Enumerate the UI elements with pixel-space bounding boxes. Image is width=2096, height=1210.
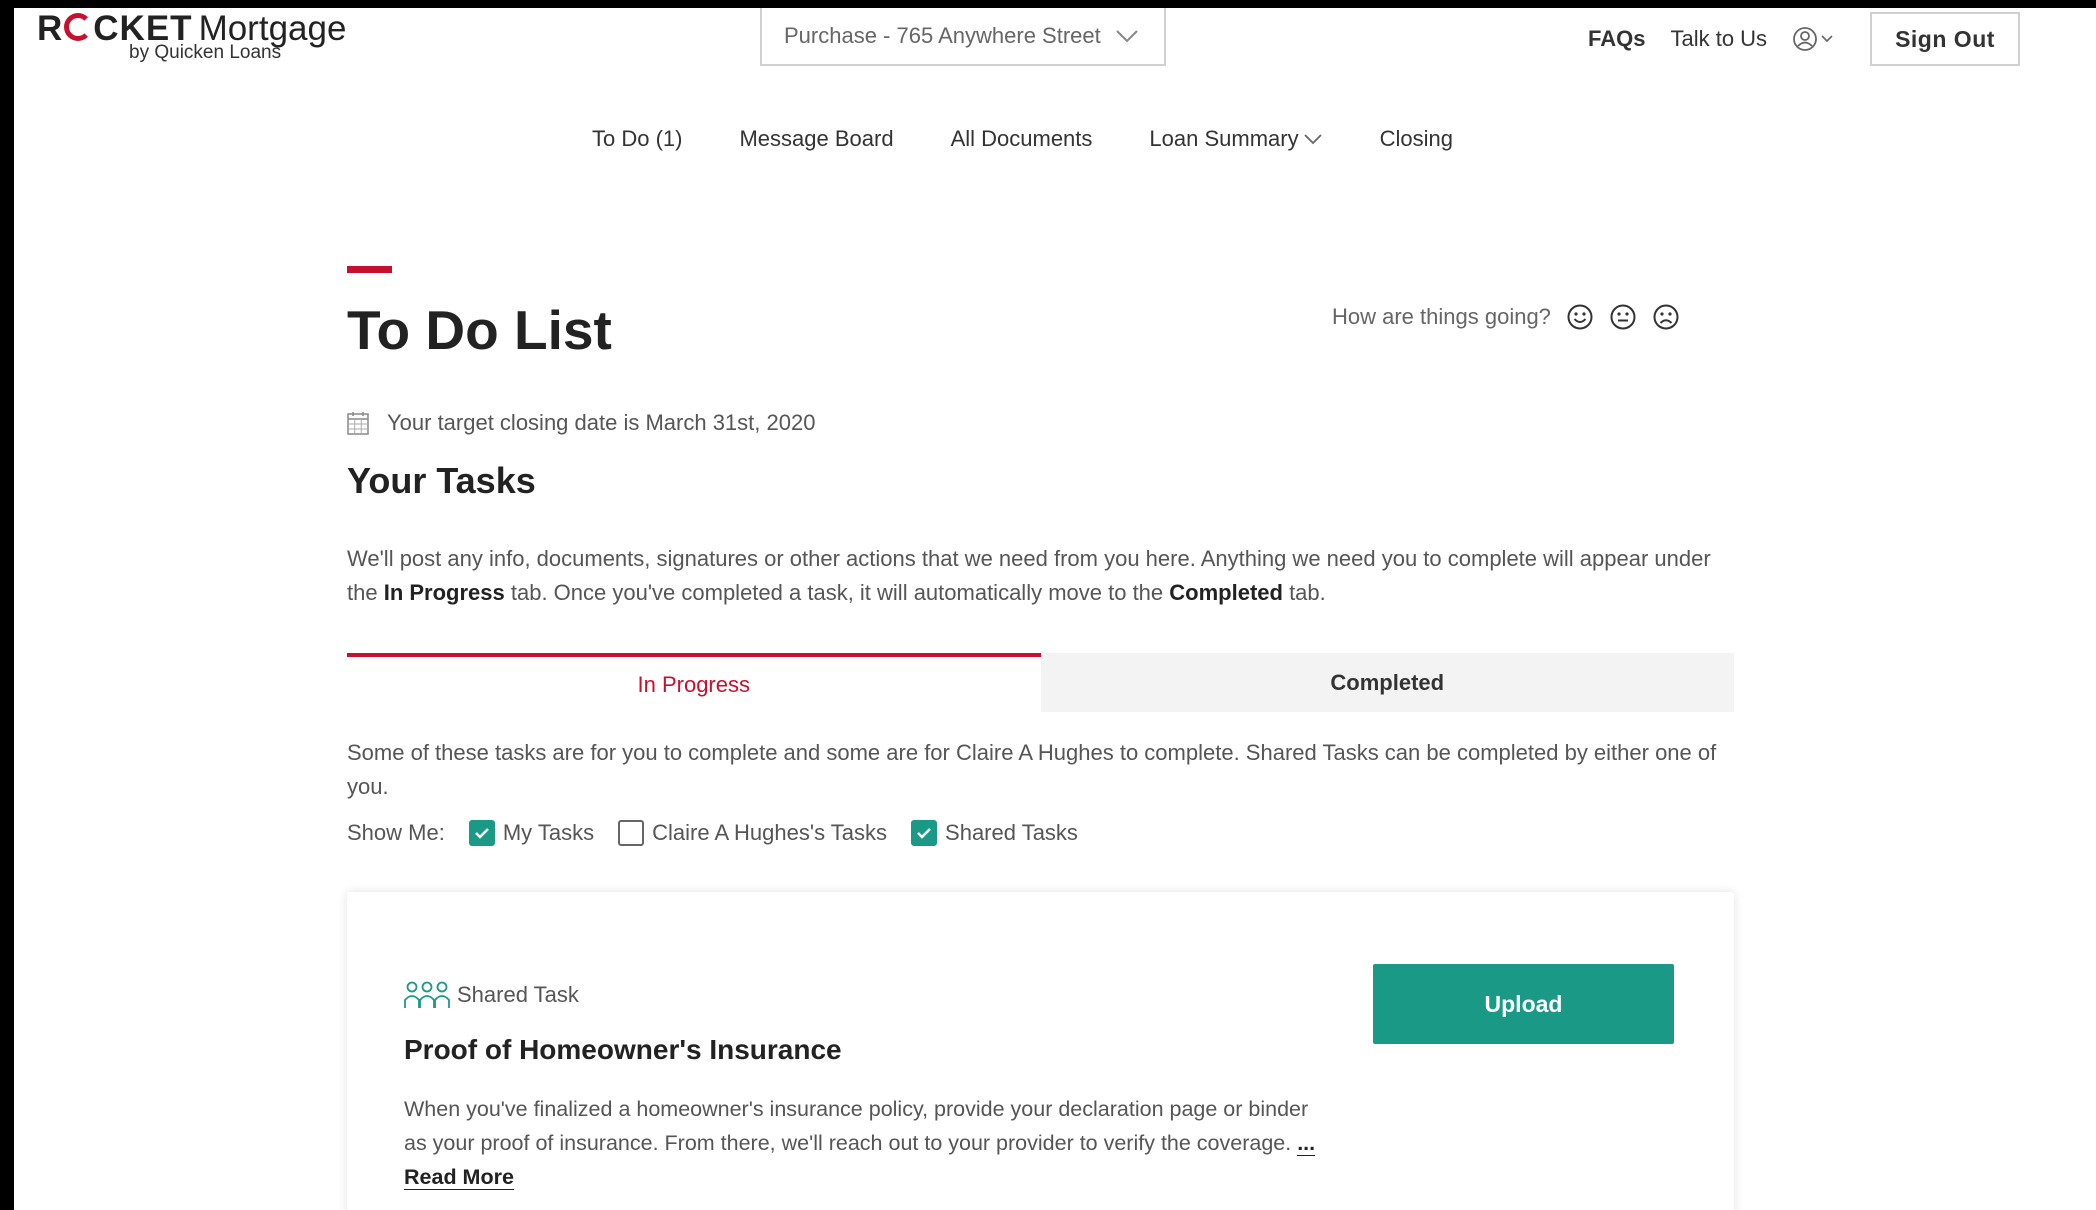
- checkmark-icon: [917, 828, 931, 839]
- filters-label: Show Me:: [347, 820, 445, 845]
- upload-button[interactable]: Upload: [1373, 964, 1674, 1044]
- title-accent-bar: [347, 266, 392, 273]
- calendar-icon: [347, 412, 369, 435]
- tab-in-progress[interactable]: In Progress: [347, 653, 1041, 712]
- talk-to-us-link[interactable]: Talk to Us: [1670, 26, 1767, 52]
- nav-item-all-documents[interactable]: All Documents: [951, 126, 1093, 152]
- faqs-link[interactable]: FAQs: [1588, 26, 1645, 52]
- chevron-down-icon: [1821, 35, 1833, 43]
- neutral-face-icon[interactable]: [1609, 303, 1637, 331]
- task-type: Shared Task: [403, 980, 579, 1010]
- sign-out-button[interactable]: Sign Out: [1870, 12, 2020, 66]
- feedback-widget: How are things going?: [1332, 303, 1680, 331]
- main-nav: To Do (1) Message Board All Documents Lo…: [592, 126, 1453, 152]
- target-date-text: Your target closing date is March 31st, …: [387, 410, 816, 435]
- filter-label: Shared Tasks: [945, 820, 1078, 845]
- tasks-description: We'll post any info, documents, signatur…: [347, 546, 1711, 605]
- user-circle-icon: [1793, 27, 1817, 51]
- loan-selector[interactable]: Purchase - 765 Anywhere Street: [760, 8, 1166, 66]
- nav-item-message-board[interactable]: Message Board: [739, 126, 893, 152]
- frame-border-top: [0, 0, 2096, 8]
- filter-my-tasks[interactable]: My Tasks: [468, 820, 595, 846]
- task-type-label: Shared Task: [457, 982, 579, 1007]
- chevron-down-icon: [1116, 30, 1138, 43]
- sad-face-icon[interactable]: [1652, 303, 1680, 331]
- logo-o-mark: [64, 13, 93, 41]
- loan-selector-value: Purchase - 765 Anywhere Street: [784, 23, 1101, 48]
- section-title: Your Tasks: [347, 460, 536, 501]
- top-links: FAQs Talk to Us: [1588, 26, 1833, 52]
- page: R CKET Mortgage by Quicken Loans Purchase …: [14, 8, 2096, 1210]
- chevron-down-icon: [1303, 134, 1322, 145]
- filter-label: Claire A Hughes's Tasks: [652, 820, 888, 845]
- shared-tasks-checkbox[interactable]: [911, 820, 938, 846]
- filter-shared-tasks[interactable]: Shared Tasks: [911, 820, 1078, 846]
- task-card: Shared Task Proof of Homeowner's Insuran…: [347, 892, 1734, 1210]
- task-filters: Show Me: My Tasks Claire A Hughes's Task…: [347, 820, 1102, 846]
- happy-face-icon[interactable]: [1566, 303, 1594, 331]
- filter-claire-tasks[interactable]: Claire A Hughes's Tasks: [618, 820, 887, 846]
- task-description: When you've finalized a homeowner's insu…: [404, 1097, 1316, 1190]
- task-tabs: In Progress Completed: [347, 653, 1734, 712]
- nav-item-to-do[interactable]: To Do (1): [592, 126, 682, 152]
- checkmark-icon: [474, 828, 489, 839]
- claire-tasks-checkbox[interactable]: [618, 820, 645, 846]
- nav-item-closing[interactable]: Closing: [1380, 126, 1453, 152]
- feedback-prompt: How are things going?: [1332, 304, 1551, 329]
- nav-item-loan-summary[interactable]: Loan Summary: [1149, 126, 1322, 152]
- rocket-mortgage-logo[interactable]: R CKET Mortgage by Quicken Loans: [37, 10, 346, 64]
- tasks-info: Some of these tasks are for you to compl…: [347, 740, 1717, 799]
- filter-label: My Tasks: [502, 820, 595, 845]
- page-title: To Do List: [347, 299, 612, 361]
- shared-users-icon: [404, 981, 450, 1008]
- tab-completed[interactable]: Completed: [1040, 653, 1734, 712]
- my-tasks-checkbox[interactable]: [468, 820, 495, 846]
- frame-border-left: [0, 0, 14, 1210]
- target-closing-date: Your target closing date is March 31st, …: [347, 410, 815, 436]
- task-title: Proof of Homeowner's Insurance: [404, 1034, 842, 1065]
- account-menu[interactable]: [1792, 26, 1833, 52]
